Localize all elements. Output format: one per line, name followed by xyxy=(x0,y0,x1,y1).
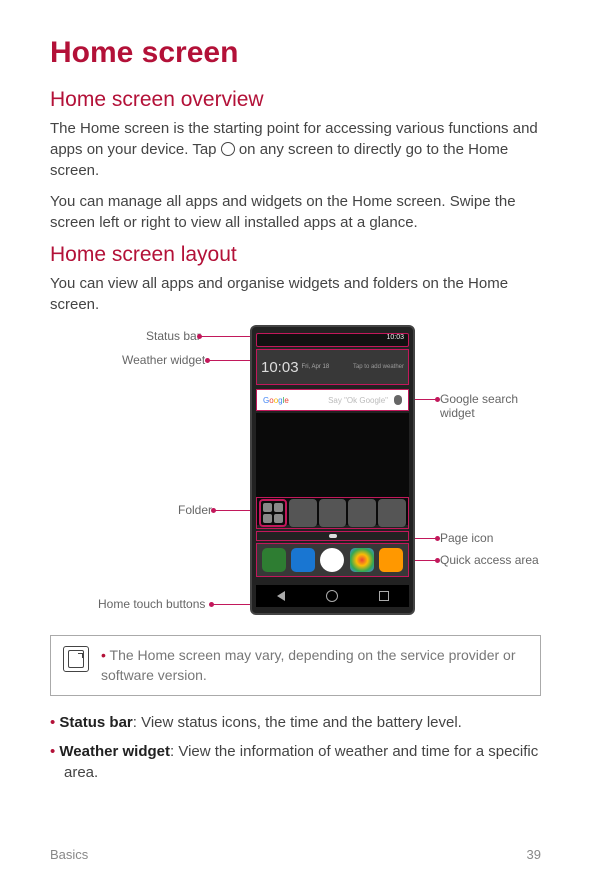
callout-htb: Home touch buttons xyxy=(98,597,205,611)
app-icon xyxy=(348,499,376,527)
callout-google: Google search widget xyxy=(440,392,541,420)
bullet-status-label: Status bar xyxy=(59,714,132,731)
footer-section: Basics xyxy=(50,847,88,862)
callout-statusbar: Status bar xyxy=(146,329,201,343)
mic-icon xyxy=(394,395,402,405)
app-icon xyxy=(378,499,406,527)
weather-time: 10:03 xyxy=(261,359,299,376)
callout-weather: Weather widget xyxy=(122,353,205,367)
status-time: 10:03 xyxy=(386,334,404,341)
bullet-weather-label: Weather widget xyxy=(59,743,170,760)
weather-tap-hint: Tap to add weather xyxy=(353,364,404,370)
overview-p2: You can manage all apps and widgets on t… xyxy=(50,191,541,233)
callout-pageicon: Page icon xyxy=(440,531,493,545)
callout-quick: Quick access area xyxy=(440,553,539,567)
phone-nav-bar xyxy=(256,585,409,607)
quick-phone-icon xyxy=(262,548,286,572)
bullet-weather: Weather widget: View the information of … xyxy=(50,741,541,783)
bullet-list: Status bar: View status icons, the time … xyxy=(50,712,541,783)
app-icon xyxy=(289,499,317,527)
bullet-status-bar: Status bar: View status icons, the time … xyxy=(50,712,541,733)
quick-apps-icon xyxy=(320,548,344,572)
home-icon xyxy=(221,142,235,156)
note-text: The Home screen may vary, depending on t… xyxy=(101,646,528,685)
app-icon xyxy=(319,499,347,527)
phone-status-bar: 10:03 xyxy=(256,333,409,347)
callout-folder: Folder xyxy=(178,503,212,517)
home-icon xyxy=(326,590,338,602)
back-icon xyxy=(277,591,285,601)
weather-date: Fri, Apr 18 xyxy=(302,364,330,370)
phone-folder xyxy=(259,499,287,527)
overview-p1: The Home screen is the starting point fo… xyxy=(50,118,541,181)
page-title: Home screen xyxy=(50,36,541,70)
quick-contacts-icon xyxy=(291,548,315,572)
home-screen-diagram: Status bar Weather widget Folder Home to… xyxy=(50,325,541,625)
note-icon xyxy=(63,646,89,672)
phone-google-widget: Google Say "Ok Google" xyxy=(256,389,409,411)
page-footer: Basics 39 xyxy=(50,847,541,862)
quick-messages-icon xyxy=(379,548,403,572)
google-hint: Say "Ok Google" xyxy=(328,396,388,405)
page-number: 39 xyxy=(527,847,541,862)
phone-mockup: 10:03 10:03 Fri, Apr 18 Tap to add weath… xyxy=(250,325,415,615)
layout-p1: You can view all apps and organise widge… xyxy=(50,273,541,315)
phone-weather-widget: 10:03 Fri, Apr 18 Tap to add weather xyxy=(256,349,409,385)
phone-dock-row xyxy=(256,497,409,529)
section-overview-heading: Home screen overview xyxy=(50,88,541,112)
bullet-status-text: : View status icons, the time and the ba… xyxy=(133,714,462,731)
section-layout-heading: Home screen layout xyxy=(50,243,541,267)
phone-page-indicator xyxy=(256,531,409,541)
recent-icon xyxy=(379,591,389,601)
phone-quick-access xyxy=(256,543,409,577)
quick-chrome-icon xyxy=(350,548,374,572)
note-box: The Home screen may vary, depending on t… xyxy=(50,635,541,696)
